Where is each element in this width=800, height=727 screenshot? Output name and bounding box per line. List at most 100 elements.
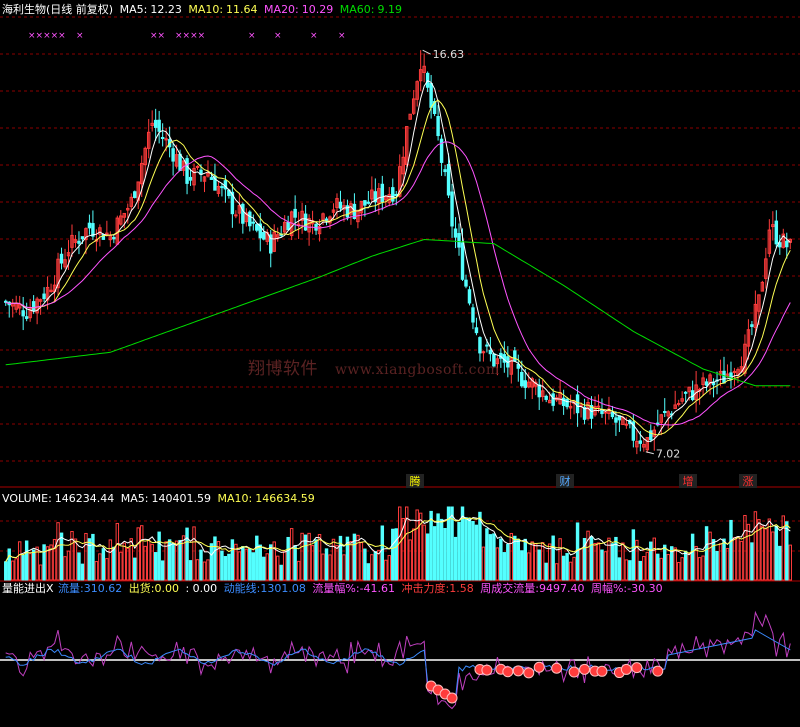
candle-down: [537, 384, 541, 398]
event-marker: 腾: [410, 474, 421, 488]
volume-bar: [289, 528, 294, 581]
volume-bar: [282, 551, 287, 581]
volume-bar: [690, 533, 695, 581]
volume-bar: [314, 539, 318, 581]
volume-bar: [185, 527, 189, 581]
candle-down: [544, 395, 548, 400]
volume-bar: [739, 540, 744, 581]
signal-ball: [596, 665, 608, 677]
signal-ball: [446, 692, 458, 704]
candle-down: [750, 324, 754, 327]
volume-bar: [537, 549, 541, 581]
volume-bar: [687, 553, 691, 581]
volume-bar: [746, 523, 751, 581]
candle-down: [561, 397, 566, 407]
volume-bar: [237, 551, 242, 581]
candle-down: [474, 327, 479, 334]
volume-bar: [481, 546, 486, 581]
candle-up: [676, 402, 681, 405]
candle-down: [21, 310, 25, 317]
volume-bar: [192, 526, 196, 581]
volume-bar: [77, 552, 81, 581]
volume-bar: [778, 545, 782, 581]
signal-ball: [579, 663, 591, 675]
candle-down: [178, 153, 182, 172]
candle-down: [251, 221, 256, 224]
volume-bar: [307, 532, 311, 581]
volume-bar: [624, 559, 629, 581]
volume-bar: [119, 551, 123, 581]
volume-bar: [499, 538, 503, 581]
watermark: 翔博软件 www.xiangbosoft.com: [248, 354, 500, 379]
volume-bar: [596, 542, 601, 581]
volume-bar: [760, 525, 765, 581]
signal-x-mark: ×: [274, 31, 282, 41]
candle-down: [513, 350, 517, 362]
volume-bar: [771, 531, 775, 581]
volume-bar: [642, 556, 646, 581]
volume-bar: [680, 557, 684, 581]
candle-up: [603, 411, 608, 414]
volume-bar: [251, 552, 256, 581]
volume-bar: [659, 557, 663, 581]
volume-bar: [467, 518, 472, 581]
volume-bar: [697, 557, 702, 581]
volume-bar: [377, 549, 381, 581]
event-marker: 增: [683, 474, 694, 488]
volume-bar: [443, 528, 447, 581]
volume-bar: [126, 547, 130, 581]
volume-bar: [450, 506, 454, 581]
candle-down: [366, 201, 371, 204]
volume-bar: [565, 553, 569, 581]
volume-bar: [171, 543, 175, 581]
volume-bar: [506, 543, 510, 581]
volume-bar: [743, 514, 747, 581]
volume-bar: [150, 543, 154, 581]
volume-bar: [223, 556, 228, 581]
volume-bar: [265, 553, 269, 581]
volume-bar: [98, 553, 102, 581]
candle-down: [429, 82, 433, 108]
candle-down: [87, 222, 92, 229]
candle-down: [77, 240, 81, 244]
volume-bar: [153, 552, 158, 581]
event-marker: 涨: [743, 475, 754, 488]
volume-bar: [241, 546, 245, 581]
candle-down: [638, 440, 643, 444]
candle-down: [220, 186, 224, 189]
volume-bar: [140, 525, 144, 581]
candle-down: [293, 208, 297, 218]
candle-down: [614, 417, 618, 423]
volume-bar: [453, 536, 458, 581]
volume-bar: [157, 531, 161, 581]
candle-down: [450, 191, 454, 227]
candle-down: [683, 391, 688, 394]
volume-bar: [317, 534, 322, 581]
volume-bar: [568, 561, 573, 581]
signal-x-mark: ×: [338, 31, 346, 41]
volume-bar: [544, 562, 548, 581]
volume-bar: [164, 541, 168, 581]
candle-up: [234, 214, 238, 217]
volume-bar: [425, 533, 430, 581]
candle-down: [774, 220, 779, 245]
volume-bar: [638, 560, 643, 581]
volume-bar: [628, 560, 632, 581]
volume-bar: [115, 522, 120, 581]
volume-bar: [262, 556, 266, 581]
volume-bar: [73, 538, 78, 581]
volume-bar: [513, 535, 517, 581]
volume-bar: [188, 560, 193, 581]
candle-down: [785, 240, 789, 248]
volume-bar: [206, 559, 210, 581]
candle-down: [255, 224, 259, 231]
candle-down: [565, 398, 569, 408]
candle-down: [485, 344, 489, 347]
volume-bar: [101, 548, 106, 581]
candle-down: [188, 176, 193, 181]
volume-bar: [708, 531, 712, 581]
volume-bar: [7, 548, 11, 581]
volume-bar: [370, 554, 374, 581]
volume-bar: [750, 542, 754, 581]
signal-ball: [523, 667, 535, 679]
